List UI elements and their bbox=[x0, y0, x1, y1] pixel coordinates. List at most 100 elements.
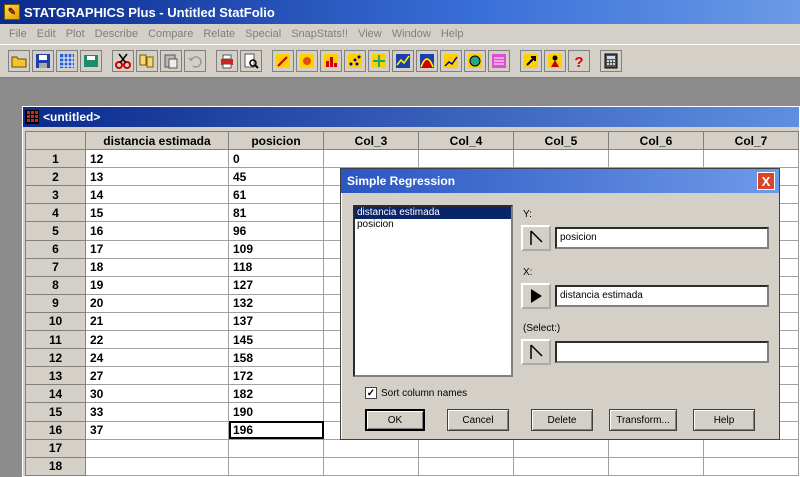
table-cell[interactable] bbox=[703, 149, 799, 169]
y-field[interactable]: posicion bbox=[555, 227, 769, 249]
datasheet-title-bar[interactable]: <untitled> bbox=[23, 107, 799, 127]
stats-table-icon[interactable] bbox=[488, 50, 510, 72]
row-header[interactable]: 18 bbox=[25, 456, 86, 476]
x-assign-button[interactable] bbox=[521, 283, 551, 309]
ok-button[interactable]: OK bbox=[365, 409, 425, 431]
delete-button[interactable]: Delete bbox=[531, 409, 593, 431]
table-cell[interactable]: 18 bbox=[85, 257, 229, 277]
trend-icon[interactable] bbox=[440, 50, 462, 72]
table-cell[interactable] bbox=[513, 456, 609, 476]
table-cell[interactable]: 37 bbox=[85, 420, 229, 440]
spreadsheet-icon[interactable] bbox=[56, 50, 78, 72]
column-header[interactable]: Col_4 bbox=[418, 130, 514, 151]
row-header[interactable]: 16 bbox=[25, 420, 86, 440]
table-cell[interactable]: 158 bbox=[228, 348, 324, 368]
multi-icon[interactable] bbox=[368, 50, 390, 72]
table-cell[interactable]: 33 bbox=[85, 402, 229, 422]
help-button[interactable]: Help bbox=[693, 409, 755, 431]
sort-column-names-option[interactable]: ✓ Sort column names bbox=[365, 387, 467, 399]
table-cell[interactable] bbox=[513, 438, 609, 458]
row-header[interactable]: 9 bbox=[25, 293, 86, 313]
table-cell[interactable]: 109 bbox=[228, 239, 324, 259]
table-cell[interactable] bbox=[703, 438, 799, 458]
variable-list-item[interactable]: posicion bbox=[355, 219, 511, 231]
table-cell[interactable] bbox=[85, 438, 229, 458]
x-field[interactable]: distancia estimada bbox=[555, 285, 769, 307]
table-cell[interactable]: 30 bbox=[85, 384, 229, 404]
calculator-icon[interactable] bbox=[600, 50, 622, 72]
row-header[interactable]: 6 bbox=[25, 239, 86, 259]
variable-list[interactable]: distancia estimada posicion bbox=[353, 205, 513, 377]
table-cell[interactable]: 15 bbox=[85, 203, 229, 223]
menu-relate[interactable]: Relate bbox=[198, 28, 240, 40]
table-cell[interactable]: 190 bbox=[228, 402, 324, 422]
copy-icon[interactable] bbox=[136, 50, 158, 72]
table-cell[interactable]: 27 bbox=[85, 366, 229, 386]
column-header[interactable]: Col_7 bbox=[703, 130, 799, 151]
row-header[interactable]: 12 bbox=[25, 348, 86, 368]
dialog-title-bar[interactable]: Simple Regression X bbox=[341, 169, 779, 193]
table-cell[interactable] bbox=[418, 456, 514, 476]
distribution-icon[interactable] bbox=[416, 50, 438, 72]
variable-list-item[interactable]: distancia estimada bbox=[355, 207, 511, 219]
statgraphics-app-icon[interactable]: ✎ bbox=[4, 4, 20, 20]
table-cell[interactable]: 13 bbox=[85, 167, 229, 187]
table-cell[interactable] bbox=[608, 456, 704, 476]
column-header[interactable]: Col_3 bbox=[323, 130, 419, 151]
row-header[interactable]: 1 bbox=[25, 149, 86, 169]
select-field[interactable] bbox=[555, 341, 769, 363]
question-arrow-icon[interactable] bbox=[520, 50, 542, 72]
table-cell[interactable]: 132 bbox=[228, 293, 324, 313]
table-cell[interactable]: 45 bbox=[228, 167, 324, 187]
column-header[interactable]: Col_5 bbox=[513, 130, 609, 151]
table-cell[interactable] bbox=[608, 438, 704, 458]
row-header[interactable]: 3 bbox=[25, 185, 86, 205]
scatter-icon[interactable] bbox=[344, 50, 366, 72]
print-preview-icon[interactable] bbox=[240, 50, 262, 72]
table-cell[interactable]: 127 bbox=[228, 275, 324, 295]
row-header[interactable]: 7 bbox=[25, 257, 86, 277]
row-header[interactable]: 17 bbox=[25, 438, 86, 458]
print-icon[interactable] bbox=[216, 50, 238, 72]
line-plot-icon[interactable] bbox=[392, 50, 414, 72]
bar-chart-icon[interactable] bbox=[320, 50, 342, 72]
table-cell[interactable]: 118 bbox=[228, 257, 324, 277]
corner-cell[interactable] bbox=[25, 130, 86, 151]
row-header[interactable]: 4 bbox=[25, 203, 86, 223]
table-cell[interactable]: 137 bbox=[228, 311, 324, 332]
row-header[interactable]: 15 bbox=[25, 402, 86, 422]
menu-compare[interactable]: Compare bbox=[143, 28, 198, 40]
menu-snapstats[interactable]: SnapStats!! bbox=[286, 28, 353, 40]
table-cell[interactable]: 12 bbox=[85, 149, 229, 169]
menu-special[interactable]: Special bbox=[240, 28, 286, 40]
table-cell[interactable] bbox=[703, 456, 799, 476]
table-cell[interactable] bbox=[513, 149, 609, 169]
globe-icon[interactable] bbox=[464, 50, 486, 72]
table-cell[interactable] bbox=[323, 149, 419, 169]
menu-help[interactable]: Help bbox=[436, 28, 469, 40]
table-cell[interactable] bbox=[323, 456, 419, 476]
sort-checkbox[interactable]: ✓ bbox=[365, 387, 377, 399]
cut-icon[interactable] bbox=[112, 50, 134, 72]
menu-window[interactable]: Window bbox=[387, 28, 436, 40]
undo-icon[interactable] bbox=[184, 50, 206, 72]
open-folder-icon[interactable] bbox=[8, 50, 30, 72]
row-header[interactable]: 11 bbox=[25, 330, 86, 350]
row-header[interactable]: 10 bbox=[25, 311, 86, 332]
table-cell[interactable]: 20 bbox=[85, 293, 229, 313]
column-header[interactable]: Col_6 bbox=[608, 130, 704, 151]
table-cell[interactable]: 14 bbox=[85, 185, 229, 205]
table-cell[interactable]: 61 bbox=[228, 185, 324, 205]
close-button[interactable]: X bbox=[757, 172, 775, 190]
table-cell[interactable]: 21 bbox=[85, 311, 229, 332]
table-cell[interactable]: 81 bbox=[228, 203, 324, 223]
select-assign-button[interactable] bbox=[521, 339, 551, 365]
person-icon[interactable] bbox=[544, 50, 566, 72]
table-cell[interactable]: 16 bbox=[85, 221, 229, 241]
table-cell[interactable] bbox=[228, 438, 324, 458]
y-assign-button[interactable] bbox=[521, 225, 551, 251]
menu-view[interactable]: View bbox=[353, 28, 387, 40]
table-cell[interactable]: 145 bbox=[228, 330, 324, 350]
table-cell[interactable]: 17 bbox=[85, 239, 229, 259]
table-cell[interactable] bbox=[608, 149, 704, 169]
